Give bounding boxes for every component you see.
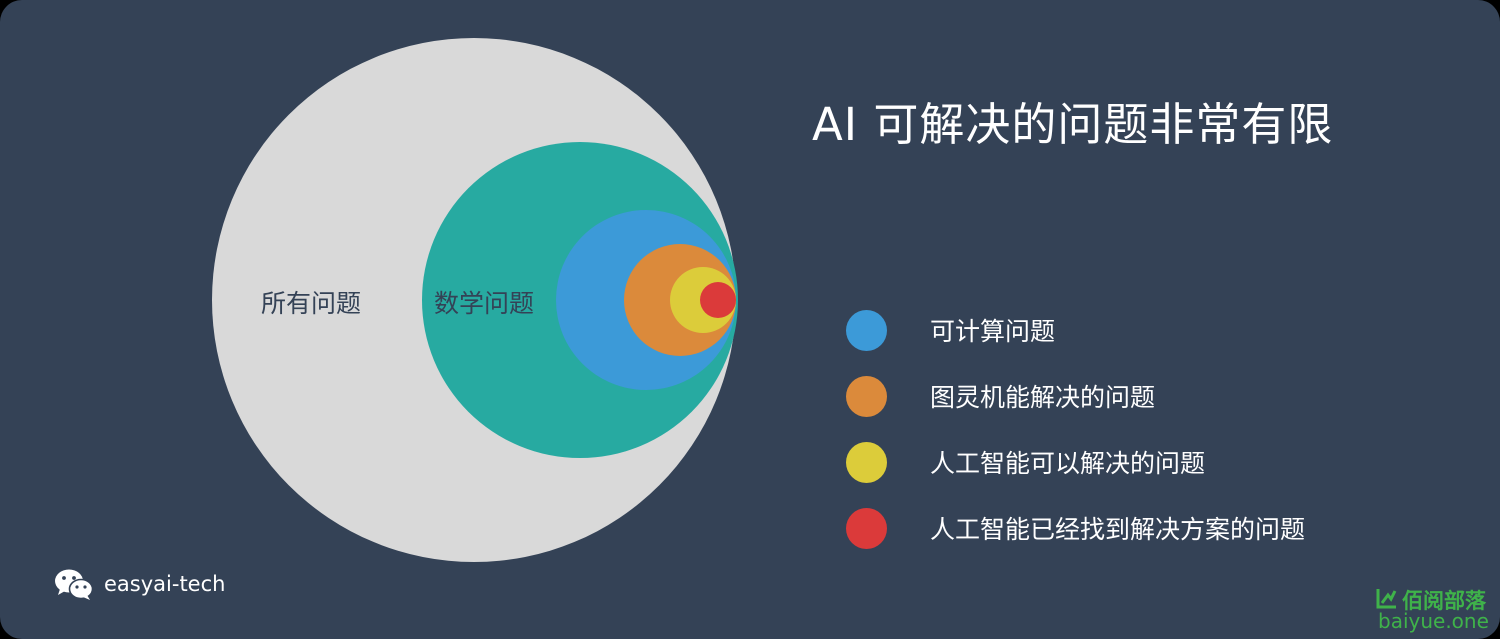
page-title: AI 可解决的问题非常有限 (812, 98, 1334, 151)
legend-dot-yellow (846, 442, 887, 483)
nested-circles-diagram (212, 38, 738, 562)
watermark: 佰阅部落 baiyue.one (1376, 585, 1494, 635)
legend-dot-orange (846, 376, 887, 417)
label-all-problems: 所有问题 (261, 289, 362, 318)
circle-ai-solved (700, 282, 736, 318)
legend-dot-red (846, 508, 887, 549)
legend-label: 人工智能可以解决的问题 (930, 449, 1206, 478)
legend-label: 图灵机能解决的问题 (930, 383, 1156, 412)
brand-handle: easyai-tech (104, 572, 226, 596)
watermark-logo-icon (1376, 589, 1397, 609)
label-math-problems: 数学问题 (434, 289, 535, 318)
legend-label: 人工智能已经找到解决方案的问题 (930, 515, 1306, 544)
diagram-frame: 所有问题 数学问题 AI 可解决的问题非常有限 可计算问题 图灵机能解决的问题 … (0, 0, 1500, 639)
wechat-icon (55, 569, 94, 600)
legend-dot-blue (846, 310, 887, 351)
legend-label: 可计算问题 (930, 317, 1056, 346)
watermark-domain: baiyue.one (1378, 609, 1489, 633)
